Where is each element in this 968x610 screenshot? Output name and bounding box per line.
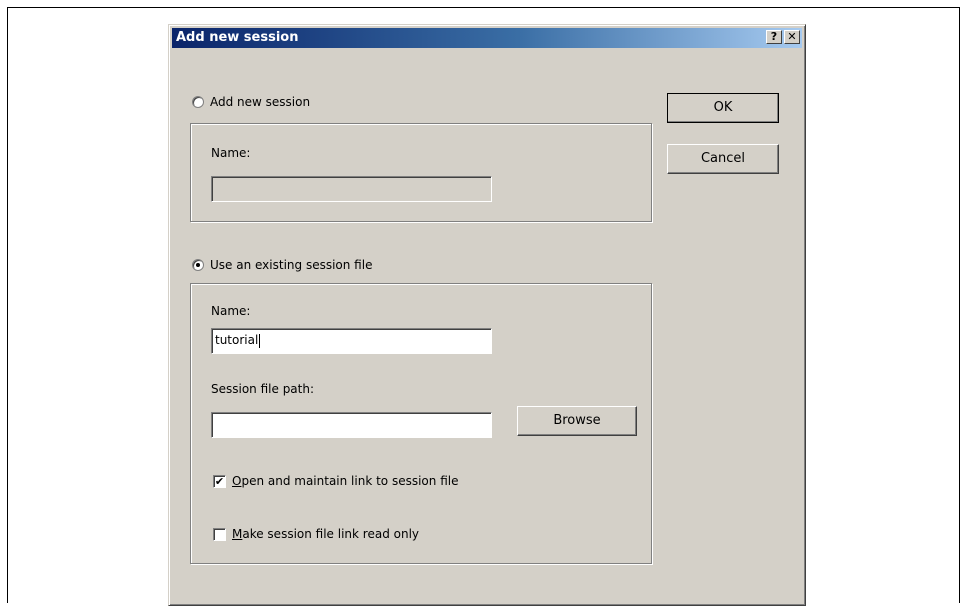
close-button[interactable]: ✕ — [784, 30, 800, 44]
read-only-mnemonic: M — [232, 527, 243, 541]
ok-button[interactable]: OK — [667, 93, 779, 123]
browse-button[interactable]: Browse — [517, 406, 637, 436]
close-icon: ✕ — [787, 30, 797, 43]
use-existing-session-label: Use an existing session file — [210, 258, 373, 272]
new-session-group: Name: — [190, 123, 652, 222]
add-new-session-option[interactable]: Add new session — [192, 95, 310, 109]
existing-session-name-value: tutorial — [215, 333, 259, 347]
read-only-checkbox[interactable] — [213, 527, 226, 541]
question-mark-icon: ? — [770, 30, 778, 43]
help-button[interactable]: ? — [766, 30, 782, 44]
title-bar: Add new session ? ✕ — [172, 28, 802, 48]
text-caret — [259, 333, 261, 348]
session-file-path-label: Session file path: — [211, 382, 315, 396]
open-link-checkbox[interactable]: ✔ — [213, 474, 226, 488]
open-link-option[interactable]: ✔ Open and maintain link to session file — [213, 474, 458, 488]
existing-session-name-label: Name: — [211, 304, 251, 318]
open-link-label: Open and maintain link to session file — [232, 474, 458, 488]
add-new-session-label: Add new session — [210, 95, 311, 109]
add-new-session-radio[interactable] — [192, 96, 204, 108]
read-only-label: Make session file link read only — [232, 527, 419, 541]
existing-session-name-field[interactable]: tutorial — [211, 328, 492, 354]
use-existing-session-option[interactable]: Use an existing session file — [192, 258, 372, 272]
add-new-session-dialog: Add new session ? ✕ Add new session Name… — [168, 24, 806, 606]
new-session-name-field[interactable] — [211, 176, 492, 202]
existing-session-group: Name: tutorial Session file path: Browse… — [190, 283, 652, 564]
read-only-option[interactable]: Make session file link read only — [213, 527, 419, 541]
use-existing-session-radio[interactable] — [192, 259, 204, 271]
open-link-label-rest: pen and maintain link to session file — [241, 474, 459, 488]
session-file-path-field[interactable] — [211, 412, 492, 438]
cancel-button[interactable]: Cancel — [667, 144, 779, 174]
new-session-name-label: Name: — [211, 146, 251, 160]
dialog-title: Add new session — [176, 30, 299, 45]
read-only-label-rest: ake session file link read only — [242, 527, 420, 541]
